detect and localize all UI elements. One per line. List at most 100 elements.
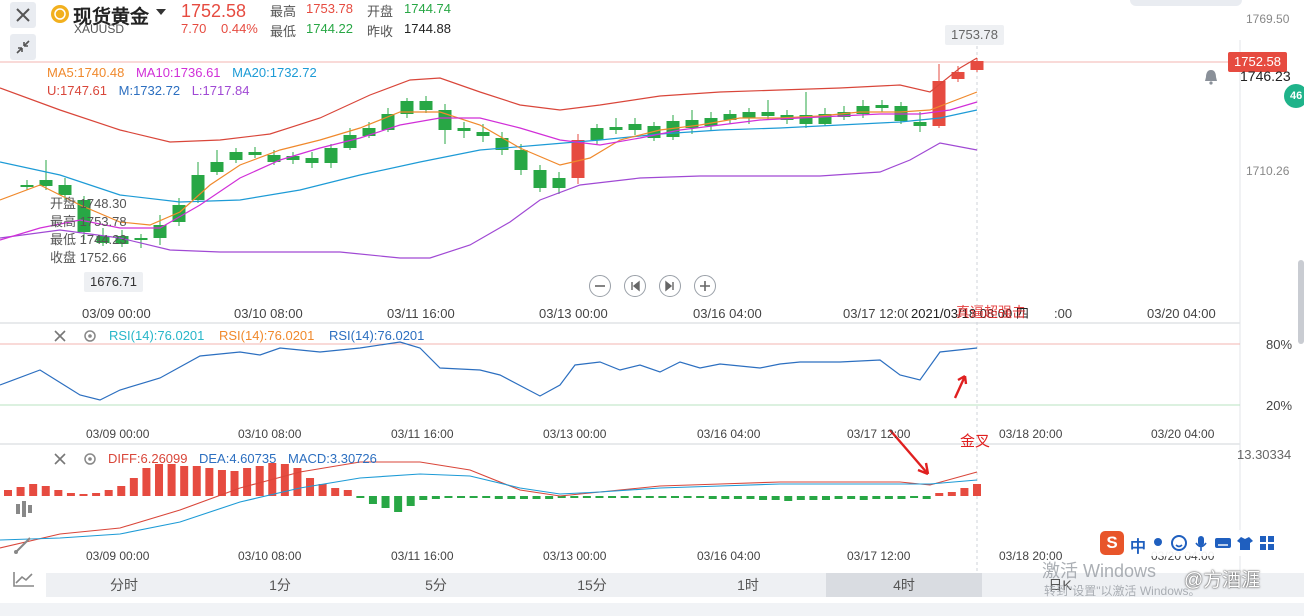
- macd-bar: [570, 496, 579, 498]
- macd-bar: [155, 464, 164, 496]
- macd-bar: [331, 488, 340, 496]
- close-icon[interactable]: [53, 329, 67, 343]
- tab-4hour[interactable]: 4时: [826, 573, 982, 597]
- macd-bar: [759, 496, 768, 500]
- candle: [533, 165, 547, 192]
- rsi-time-label: 03/10 08:00: [238, 427, 302, 441]
- rsi-series: [0, 341, 978, 401]
- windows-watermark-sub: 转到"设置"以激活 Windows。: [1044, 584, 1201, 598]
- macd-bar: [243, 468, 252, 496]
- macd-bar: [582, 496, 591, 498]
- bell-icon[interactable]: [1202, 68, 1220, 86]
- shirt-icon[interactable]: [1236, 534, 1254, 552]
- macd-bar: [847, 496, 856, 499]
- tooltip-low: 最低 1744.23: [50, 232, 127, 247]
- main-time-label: 03/13 00:00: [539, 306, 608, 321]
- macd-time-label: 03/09 00:00: [86, 549, 150, 563]
- macd-bar: [784, 496, 793, 501]
- sogou-logo-icon[interactable]: S: [1100, 531, 1124, 555]
- low-marker: 1676.71: [84, 272, 143, 292]
- candle: [628, 118, 642, 135]
- gear-icon[interactable]: [83, 452, 97, 466]
- macd-bar: [318, 484, 327, 496]
- zoom-out-button[interactable]: [589, 275, 611, 297]
- high-marker: 1753.78: [945, 25, 1004, 45]
- rsi-time-label: 03/18 20:00: [999, 427, 1063, 441]
- macd-bar: [595, 496, 604, 498]
- tooltip-high: 最高 1753.78: [50, 214, 127, 229]
- line-tool-button[interactable]: [8, 566, 40, 592]
- macd-bar: [771, 496, 780, 500]
- candle: [704, 112, 718, 130]
- candle: [324, 144, 338, 168]
- macd-bar: [545, 496, 554, 499]
- keyboard-icon[interactable]: [1214, 534, 1232, 552]
- gear-icon[interactable]: [83, 329, 97, 343]
- macd-bar: [973, 484, 981, 496]
- tooltip-open: 开盘 1748.30: [50, 196, 127, 211]
- main-time-label: 03/17 12:00: [843, 306, 912, 321]
- macd-dea-label: DEA:4.60735: [199, 451, 277, 466]
- macd-bar: [457, 496, 466, 498]
- macd-time-label: 03/11 16:00: [391, 549, 454, 563]
- macd-bar: [796, 496, 805, 500]
- macd-bar: [708, 496, 717, 499]
- tab-1min[interactable]: 1分: [202, 573, 358, 597]
- boll-legend: U:1747.61 M:1732.72 L:1717.84: [47, 83, 250, 98]
- grid-menu-icon[interactable]: [1258, 534, 1276, 552]
- draw-tool-button[interactable]: [8, 532, 40, 558]
- price-badge[interactable]: 46: [1284, 84, 1304, 108]
- macd-bar: [41, 486, 50, 496]
- ime-language[interactable]: 中: [1130, 533, 1146, 557]
- boll-lower-line: [0, 142, 978, 259]
- main-time-label: 03/11 16:00: [387, 306, 455, 321]
- crosshair-time-tail: :00: [1054, 306, 1073, 321]
- macd-bar: [92, 493, 101, 496]
- tab-timeshare[interactable]: 分时: [46, 573, 202, 597]
- boll-upper-label: U:1747.61: [47, 83, 107, 98]
- candle: [134, 234, 148, 248]
- main-time-label: 03/09 00:00: [82, 306, 151, 321]
- macd-bar: [910, 496, 919, 498]
- emoji-icon[interactable]: [1170, 534, 1188, 552]
- main-time-label: 03/20 04:00: [1147, 306, 1216, 321]
- indicator-tool-button[interactable]: [8, 496, 40, 522]
- alert-price[interactable]: 1746.23: [1240, 68, 1291, 84]
- macd-bar: [129, 478, 138, 496]
- macd-bar: [343, 490, 352, 496]
- macd-bar: [54, 490, 63, 496]
- tab-5min[interactable]: 5分: [358, 573, 514, 597]
- step-back-button[interactable]: [624, 275, 646, 297]
- candle: [229, 148, 243, 163]
- macd-bar: [947, 492, 956, 496]
- macd-bar: [469, 496, 478, 498]
- macd-bar: [406, 496, 415, 506]
- ime-punct-icon[interactable]: [1154, 538, 1162, 546]
- macd-bar: [645, 496, 654, 498]
- close-icon[interactable]: [53, 452, 67, 466]
- candle: [799, 92, 813, 128]
- macd-bar: [444, 496, 453, 498]
- boll-mid-label: M:1732.72: [118, 83, 181, 98]
- skip-forward-icon: [665, 280, 674, 292]
- minus-icon: [595, 285, 605, 287]
- zoom-in-button[interactable]: [694, 275, 716, 297]
- tab-1hour[interactable]: 1时: [670, 573, 826, 597]
- rsi-time-label: 03/13 00:00: [543, 427, 607, 441]
- step-forward-button[interactable]: [659, 275, 681, 297]
- microphone-icon[interactable]: [1192, 534, 1210, 552]
- candle: [153, 215, 167, 245]
- candle: [609, 118, 623, 134]
- macd-diff-label: DIFF:6.26099: [108, 451, 188, 466]
- macd-bar: [897, 496, 906, 499]
- right-scroll-handle[interactable]: [1298, 260, 1304, 344]
- price-axis-mid: 1710.26: [1246, 164, 1290, 178]
- macd-bar: [180, 466, 189, 496]
- macd-value-label: MACD:3.30726: [288, 451, 377, 466]
- tab-15min[interactable]: 15分: [514, 573, 670, 597]
- macd-bar: [872, 496, 881, 499]
- macd-time-label: 03/13 00:00: [543, 549, 607, 563]
- macd-series: [0, 461, 981, 549]
- candle: [438, 104, 452, 144]
- rsi-label-1: RSI(14):76.0201: [109, 328, 205, 343]
